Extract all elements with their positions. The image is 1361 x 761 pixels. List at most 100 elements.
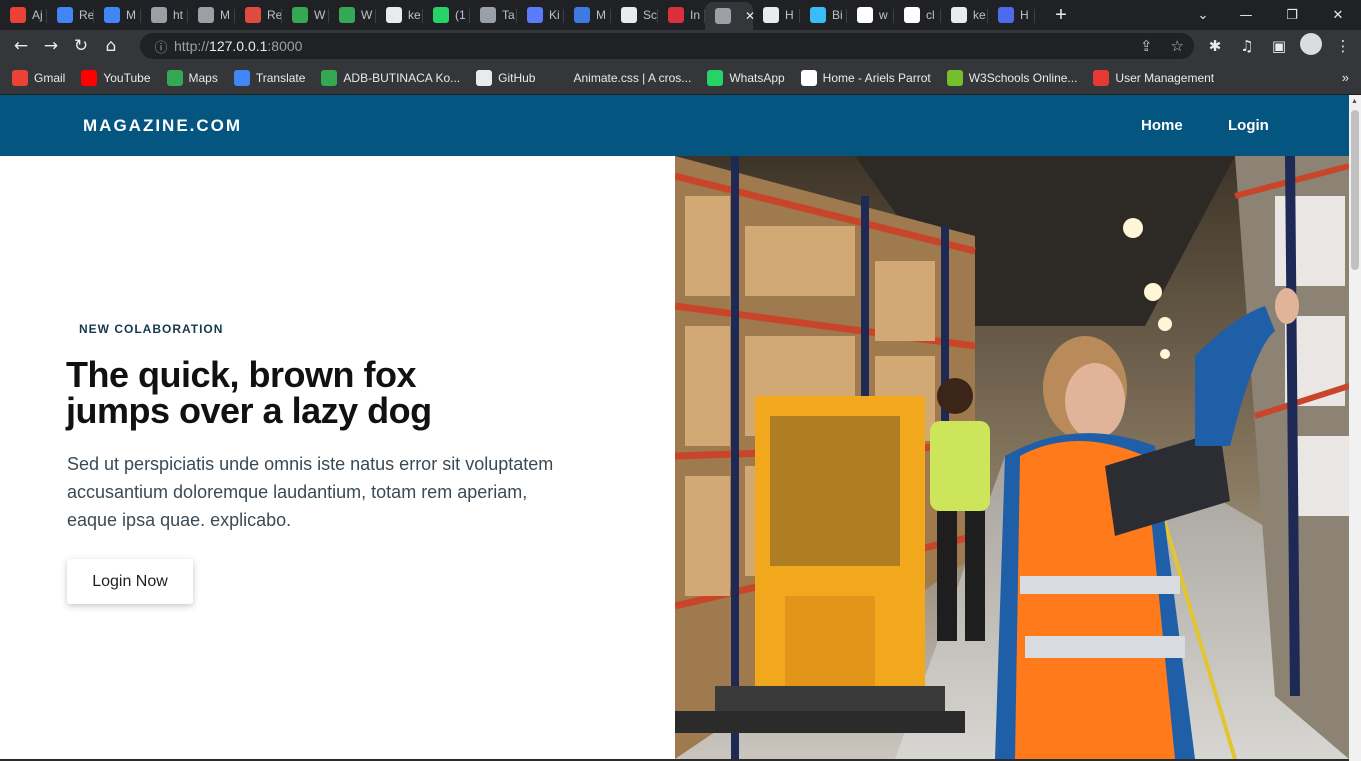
bookmark-item[interactable]: Animate.css | A cros... bbox=[551, 70, 691, 86]
browser-tab[interactable]: Re bbox=[235, 2, 282, 28]
new-tab-button[interactable]: + bbox=[1049, 4, 1073, 27]
wave-icon bbox=[810, 7, 826, 23]
browser-tab[interactable]: Re bbox=[47, 2, 94, 28]
browser-tab[interactable]: Ki bbox=[517, 2, 564, 28]
bookmark-item[interactable]: User Management bbox=[1093, 70, 1214, 86]
tab-title: M bbox=[220, 8, 230, 22]
hero-title: The quick, brown fox jumps over a lazy d… bbox=[66, 357, 486, 429]
bookmark-item[interactable]: W3Schools Online... bbox=[946, 70, 1077, 86]
google-icon bbox=[904, 7, 920, 23]
bookmark-item[interactable]: YouTube bbox=[81, 70, 151, 86]
scrollbar-thumb[interactable] bbox=[1351, 110, 1359, 270]
browser-tab[interactable]: ke bbox=[376, 2, 423, 28]
bookmark-label: User Management bbox=[1115, 71, 1215, 85]
bookmark-label: Home - Ariels Parrot bbox=[822, 71, 931, 85]
reload-button[interactable]: ↻ bbox=[66, 31, 96, 61]
bookmark-label: YouTube bbox=[103, 71, 151, 85]
parrot-icon bbox=[800, 70, 817, 86]
nav-login-link[interactable]: Login bbox=[1228, 117, 1269, 134]
browser-tab[interactable]: M bbox=[564, 2, 611, 28]
translate-icon bbox=[233, 70, 250, 86]
hero-title-line-2: jumps over a lazy dog bbox=[66, 390, 432, 431]
docs-icon bbox=[57, 7, 73, 23]
address-bar[interactable]: ⓘ http://127.0.0.1:8000 ⇪ ☆ bbox=[140, 33, 1194, 59]
bookmark-item[interactable]: Gmail bbox=[12, 70, 65, 86]
browser-tab[interactable]: w bbox=[847, 2, 894, 28]
tab-title: M bbox=[126, 8, 136, 22]
whatsapp-icon bbox=[707, 70, 724, 86]
profile-avatar[interactable] bbox=[1300, 33, 1322, 59]
tab-title: Sc bbox=[643, 8, 657, 22]
browser-tab[interactable]: H bbox=[753, 2, 800, 28]
bookmark-item[interactable]: Maps bbox=[166, 70, 218, 86]
login-now-button[interactable]: Login Now bbox=[67, 559, 193, 604]
browser-tab[interactable]: Ta bbox=[470, 2, 517, 28]
bookmark-label: ADB-BUTINACA Ko... bbox=[343, 71, 461, 85]
browser-tab[interactable]: Bi bbox=[800, 2, 847, 28]
browser-tab[interactable]: Aj bbox=[0, 2, 47, 28]
tab-title: W bbox=[361, 8, 373, 22]
tab-title: Ta bbox=[502, 8, 515, 22]
menu-icon[interactable]: ⋮ bbox=[1332, 37, 1354, 55]
browser-tab[interactable]: M bbox=[94, 2, 141, 28]
play-icon bbox=[339, 7, 355, 23]
browser-tab[interactable]: (1 bbox=[423, 2, 470, 28]
page-scrollbar[interactable]: ▲ bbox=[1349, 95, 1361, 761]
browser-tab[interactable]: H bbox=[988, 2, 1035, 28]
docs-icon bbox=[104, 7, 120, 23]
side-panel-icon[interactable]: ▣ bbox=[1268, 37, 1290, 55]
google-icon bbox=[857, 7, 873, 23]
tab-title: ht bbox=[173, 8, 184, 22]
tab-title: H bbox=[1020, 8, 1029, 22]
browser-tab[interactable]: W bbox=[282, 2, 329, 28]
tab-active[interactable]: ✕ bbox=[705, 2, 755, 30]
grid-icon bbox=[621, 7, 637, 23]
github-icon bbox=[951, 7, 967, 23]
browser-tab-strip: Aj Re Mht M Re W Wke (1 Ta Ki M Sc In ✕ H Bi w cl ke H + ⌄ … bbox=[0, 0, 1361, 30]
maps-pin-icon bbox=[166, 70, 183, 86]
share-icon[interactable]: ⇪ bbox=[1140, 37, 1153, 55]
brand-logo[interactable]: MAGAZINE.COM bbox=[83, 116, 242, 136]
back-button[interactable]: ← bbox=[6, 31, 36, 61]
media-control-icon[interactable]: ♫ bbox=[1236, 37, 1258, 55]
bookmark-label: Gmail bbox=[34, 71, 66, 85]
tab-title: Re bbox=[267, 8, 281, 22]
nav-home-link[interactable]: Home bbox=[1141, 117, 1183, 134]
tab-title: Aj bbox=[32, 8, 43, 22]
browser-tab[interactable]: ht bbox=[141, 2, 188, 28]
bookmark-label: Maps bbox=[188, 71, 218, 85]
bookmark-item[interactable]: Translate bbox=[233, 70, 306, 86]
k-icon bbox=[527, 7, 543, 23]
close-window-button[interactable]: ✕ bbox=[1315, 0, 1361, 30]
bookmark-item[interactable]: GitHub bbox=[476, 70, 535, 86]
bookmark-label: Translate bbox=[255, 71, 306, 85]
bookmark-item[interactable]: ADB-BUTINACA Ko... bbox=[321, 70, 460, 86]
tab-title: W bbox=[314, 8, 326, 22]
home-button[interactable]: ⌂ bbox=[96, 31, 126, 61]
bookmark-item[interactable]: WhatsApp bbox=[707, 70, 785, 86]
browser-tab[interactable]: Sc bbox=[611, 2, 658, 28]
browser-tab[interactable]: In bbox=[658, 2, 705, 28]
github-icon bbox=[386, 7, 402, 23]
check-circle-icon bbox=[321, 70, 338, 86]
hero-description-line-2: accusantium doloremque laudantium, totam… bbox=[67, 482, 528, 502]
tab-title: H bbox=[785, 8, 794, 22]
globe-icon bbox=[715, 8, 731, 24]
scroll-up-icon[interactable]: ▲ bbox=[1351, 98, 1358, 105]
minimize-button[interactable]: — bbox=[1223, 0, 1269, 30]
a-icon bbox=[551, 70, 568, 86]
browser-tab[interactable]: W bbox=[329, 2, 376, 28]
browser-tab[interactable]: M bbox=[188, 2, 235, 28]
browser-tab[interactable]: ke bbox=[941, 2, 988, 28]
extensions-icon[interactable]: ✱ bbox=[1204, 37, 1226, 55]
forward-button[interactable]: → bbox=[36, 31, 66, 61]
site-info-icon[interactable]: ⓘ bbox=[152, 37, 170, 56]
more-bookmarks-icon[interactable]: » bbox=[1342, 70, 1349, 85]
browser-tab[interactable]: cl bbox=[894, 2, 941, 28]
tab-search-chevron-icon[interactable]: ⌄ bbox=[1183, 0, 1223, 30]
restore-button[interactable]: ❐ bbox=[1269, 0, 1315, 30]
bookmark-label: WhatsApp bbox=[729, 71, 785, 85]
bookmark-item[interactable]: Home - Ariels Parrot bbox=[800, 70, 931, 86]
bookmarks-bar: Gmail YouTube Maps Translate ADB-BUTINACA Ko… bbox=[0, 62, 1361, 95]
bookmark-star-icon[interactable]: ☆ bbox=[1171, 37, 1184, 55]
